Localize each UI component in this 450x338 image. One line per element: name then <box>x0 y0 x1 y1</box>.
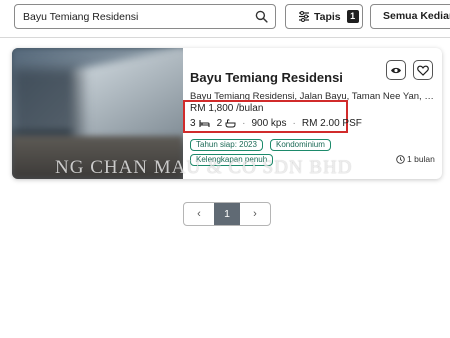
sliders-icon <box>299 11 309 22</box>
listing-photo[interactable] <box>12 48 183 179</box>
bathroom-count: 2 <box>216 118 223 129</box>
listing-price: RM 1,800 /bulan <box>190 103 264 114</box>
eye-icon <box>391 67 401 73</box>
top-toolbar: Tapis 1 Semua Kediaman <box>0 0 450 35</box>
floor-size: 900 kps <box>251 118 287 129</box>
view-button[interactable] <box>386 60 406 80</box>
favorite-button[interactable] <box>413 60 433 80</box>
tag-furnishing: Kelengkapan penuh <box>190 154 274 166</box>
price-per-sqft: RM 2.00 PSF <box>301 118 362 129</box>
search-box[interactable] <box>14 4 276 29</box>
listing-title[interactable]: Bayu Temiang Residensi <box>190 70 343 85</box>
toolbar-divider <box>0 37 450 38</box>
bed-icon <box>199 120 210 127</box>
next-page-button[interactable]: › <box>240 203 270 225</box>
filter-count-badge: 1 <box>346 10 359 23</box>
clock-icon <box>396 154 405 164</box>
heart-icon <box>417 65 429 76</box>
tag-property-type: Kondominium <box>270 139 331 151</box>
page-1-button[interactable]: 1 <box>214 203 240 225</box>
listing-card[interactable]: Bayu Temiang Residensi Bayu Temiang Resi… <box>12 48 442 179</box>
tag-completion-year: Tahun siap: 2023 <box>190 139 263 151</box>
posted-time-label: 1 bulan <box>407 154 435 164</box>
search-input[interactable] <box>23 5 243 28</box>
filter-button[interactable]: Tapis 1 <box>285 4 363 29</box>
filter-label: Tapis <box>314 10 341 23</box>
search-icon[interactable] <box>255 10 268 23</box>
bathtub-icon <box>225 119 236 128</box>
bedroom-count: 3 <box>190 118 196 129</box>
prev-page-button[interactable]: ‹ <box>184 203 214 225</box>
listing-specs: 3 2 · 900 kps · RM 2.00 PSF <box>190 118 362 129</box>
posted-time: 1 bulan <box>396 154 435 164</box>
property-type-dropdown[interactable]: Semua Kediaman <box>370 4 450 29</box>
pagination: ‹ 1 › <box>183 202 271 226</box>
